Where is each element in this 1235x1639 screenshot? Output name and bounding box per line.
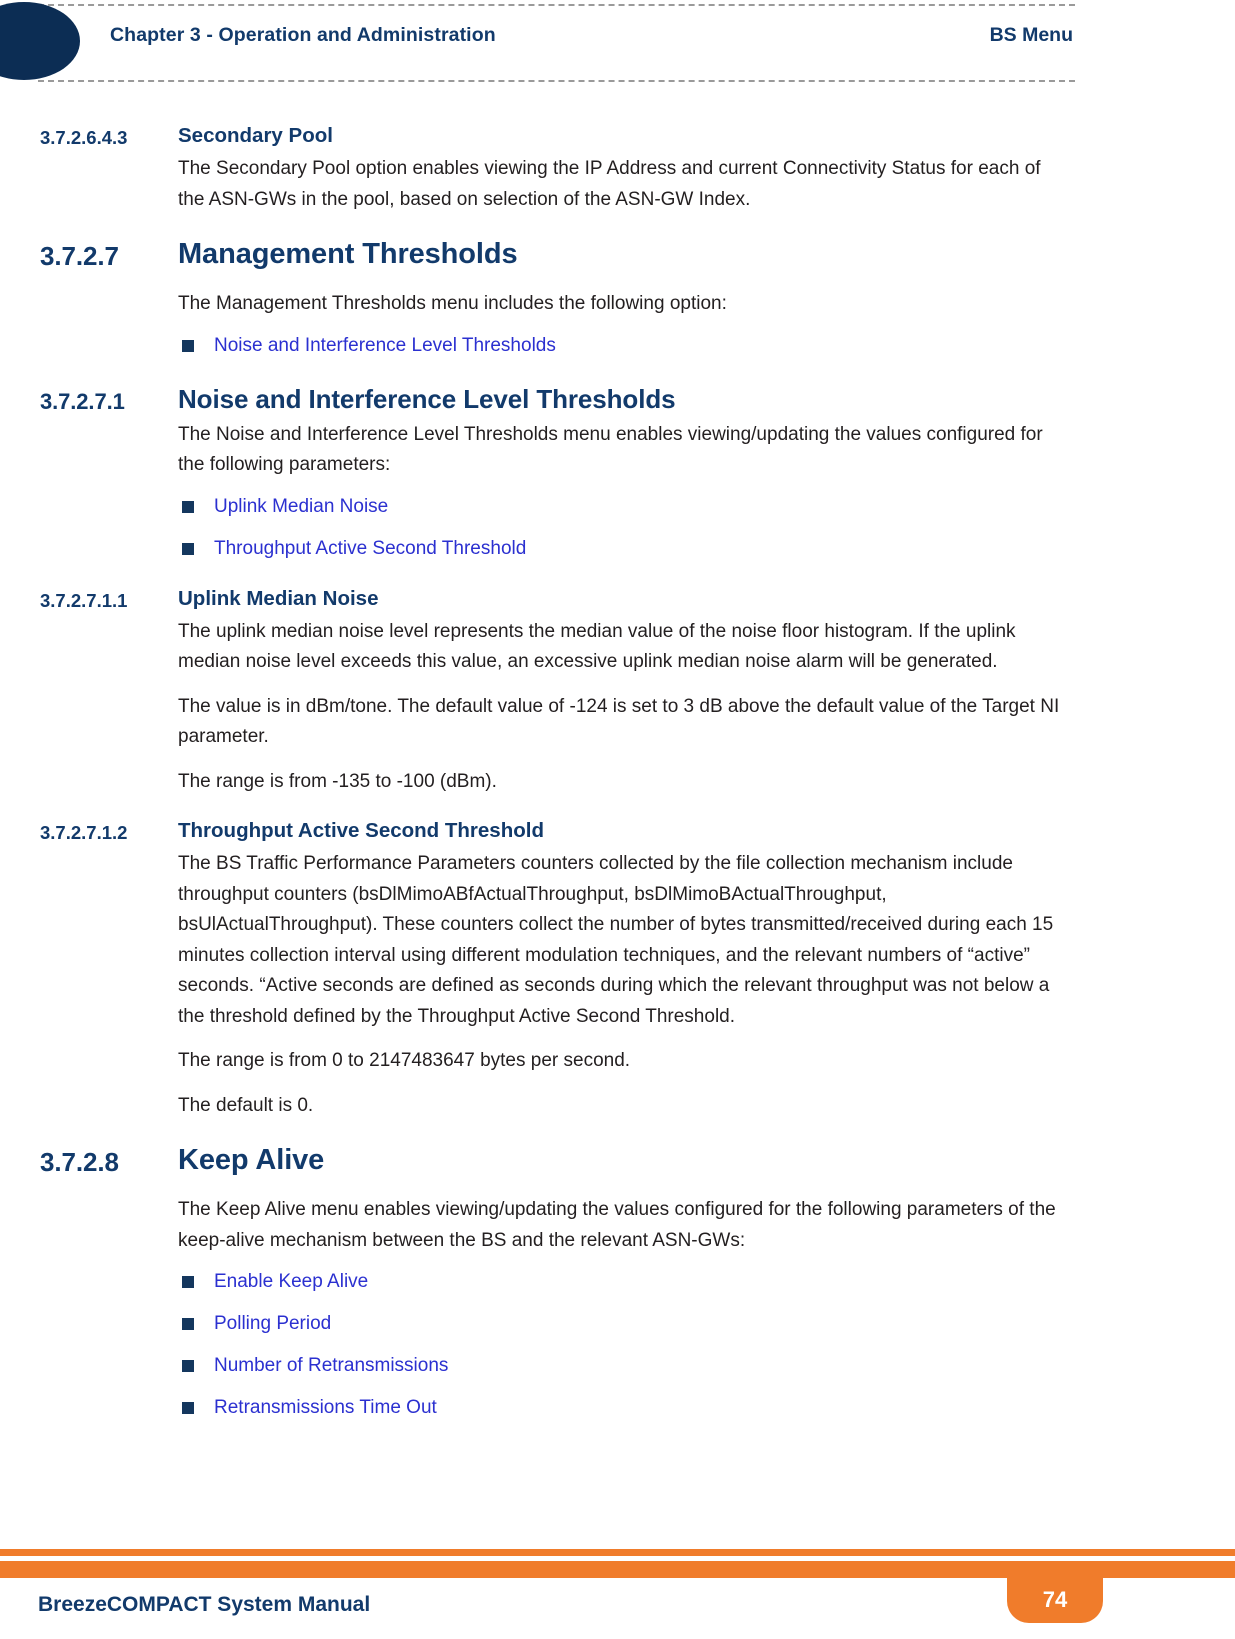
square-bullet-icon bbox=[182, 542, 194, 555]
square-bullet-icon bbox=[182, 1318, 194, 1330]
section-number-noise-interference: 3.7.2.7.1 bbox=[40, 388, 125, 414]
list-item-label: Retransmissions Time Out bbox=[214, 1397, 437, 1418]
paragraph-uplink-median-noise-1: The uplink median noise level represents… bbox=[178, 620, 1016, 673]
paragraph-uplink-median-noise-3: The range is from -135 to -100 (dBm). bbox=[178, 770, 497, 792]
paragraph-secondary-pool: The Secondary Pool option enables viewin… bbox=[178, 158, 1041, 210]
list-item[interactable]: Polling Period bbox=[178, 1310, 1060, 1338]
section-number-keep-alive: 3.7.2.8 bbox=[40, 1147, 119, 1177]
heading-text-uplink-median-noise: Uplink Median Noise bbox=[178, 586, 379, 610]
section-number-uplink-median-noise: 3.7.2.7.1.1 bbox=[40, 589, 128, 611]
paragraph-throughput-active-second-1: The BS Traffic Performance Parameters co… bbox=[178, 853, 1054, 1027]
list-item[interactable]: Throughput Active Second Threshold bbox=[178, 535, 1060, 563]
list-item-label: Polling Period bbox=[214, 1313, 332, 1334]
page-number: 74 bbox=[1042, 1587, 1068, 1612]
heading-text-throughput-active-second: Throughput Active Second Threshold bbox=[178, 819, 544, 842]
list-item[interactable]: Number of Retransmissions bbox=[178, 1352, 1060, 1380]
page-number-tab: 74 bbox=[1007, 1561, 1103, 1623]
list-item-label: Throughput Active Second Threshold bbox=[214, 537, 527, 559]
list-item-label: Uplink Median Noise bbox=[214, 495, 389, 517]
paragraph-throughput-active-second-3: The default is 0. bbox=[178, 1094, 314, 1116]
section-number-throughput-active-second: 3.7.2.7.1.2 bbox=[40, 822, 128, 843]
bullet-list-noise-interference: Uplink Median Noise Throughput Active Se… bbox=[178, 493, 1060, 563]
paragraph-throughput-active-second-2: The range is from 0 to 2147483647 bytes … bbox=[178, 1050, 631, 1071]
heading-noise-interference-thresholds: 3.7.2.7.1 Noise and Interference Level T… bbox=[40, 382, 1060, 416]
list-item-label: Enable Keep Alive bbox=[214, 1271, 369, 1292]
square-bullet-icon bbox=[182, 500, 194, 513]
heading-secondary-pool: 3.7.2.6.4.3 Secondary Pool bbox=[40, 122, 1060, 150]
section-keep-alive: 3.7.2.8 Keep Alive The Keep Alive menu e… bbox=[0, 1141, 1235, 1422]
header-circle-decoration bbox=[0, 2, 80, 80]
paragraph-management-thresholds: The Management Thresholds menu includes … bbox=[178, 293, 727, 314]
bullet-list-keep-alive: Enable Keep Alive Polling Period Number … bbox=[178, 1268, 1060, 1422]
footer-manual-title: BreezeCOMPACT System Manual bbox=[38, 1593, 371, 1616]
heading-management-thresholds: 3.7.2.7 Management Thresholds bbox=[40, 235, 1060, 273]
square-bullet-icon bbox=[182, 339, 194, 352]
page-header: Chapter 3 - Operation and Administration… bbox=[0, 0, 1235, 92]
list-item[interactable]: Uplink Median Noise bbox=[178, 493, 1060, 521]
list-item[interactable]: Noise and Interference Level Thresholds bbox=[178, 332, 1060, 360]
heading-text-management-thresholds: Management Thresholds bbox=[178, 238, 518, 270]
section-secondary-pool: 3.7.2.6.4.3 Secondary Pool The Secondary… bbox=[0, 122, 1235, 215]
list-item-label: Number of Retransmissions bbox=[214, 1355, 449, 1376]
section-number-secondary-pool: 3.7.2.6.4.3 bbox=[40, 127, 128, 148]
heading-text-noise-interference: Noise and Interference Level Thresholds bbox=[178, 383, 676, 414]
footer-rule-thin bbox=[0, 1549, 1235, 1556]
header-bottom-dashed-rule bbox=[38, 80, 1075, 82]
square-bullet-icon bbox=[182, 1402, 194, 1414]
paragraph-noise-interference: The Noise and Interference Level Thresho… bbox=[178, 423, 1043, 476]
section-management-thresholds: 3.7.2.7 Management Thresholds The Manage… bbox=[0, 235, 1235, 360]
section-number-management-thresholds: 3.7.2.7 bbox=[40, 241, 119, 271]
bullet-list-management-thresholds: Noise and Interference Level Thresholds bbox=[178, 332, 1060, 360]
page-content: 3.7.2.6.4.3 Secondary Pool The Secondary… bbox=[0, 92, 1235, 1422]
section-noise-interference-thresholds: 3.7.2.7.1 Noise and Interference Level T… bbox=[0, 382, 1235, 563]
heading-keep-alive: 3.7.2.8 Keep Alive bbox=[40, 1141, 1060, 1179]
header-chapter-title: Chapter 3 - Operation and Administration bbox=[110, 24, 496, 46]
square-bullet-icon bbox=[182, 1360, 194, 1372]
section-uplink-median-noise: 3.7.2.7.1.1 Uplink Median Noise The upli… bbox=[0, 585, 1235, 798]
heading-throughput-active-second: 3.7.2.7.1.2 Throughput Active Second Thr… bbox=[40, 817, 1060, 845]
list-item[interactable]: Enable Keep Alive bbox=[178, 1268, 1060, 1296]
header-top-dashed-rule bbox=[38, 4, 1075, 6]
document-page: { "header": { "chapter": "Chapter 3 - Op… bbox=[0, 0, 1235, 1639]
section-throughput-active-second: 3.7.2.7.1.2 Throughput Active Second Thr… bbox=[0, 817, 1235, 1121]
paragraph-keep-alive: The Keep Alive menu enables viewing/upda… bbox=[178, 1199, 1056, 1251]
paragraph-uplink-median-noise-2: The value is in dBm/tone. The default va… bbox=[178, 695, 1060, 748]
heading-text-keep-alive: Keep Alive bbox=[178, 1144, 325, 1176]
heading-text-secondary-pool: Secondary Pool bbox=[178, 124, 333, 147]
list-item[interactable]: Retransmissions Time Out bbox=[178, 1394, 1060, 1422]
page-footer: 74 BreezeCOMPACT System Manual bbox=[0, 1549, 1235, 1639]
square-bullet-icon bbox=[182, 1276, 194, 1288]
list-item-label: Noise and Interference Level Thresholds bbox=[214, 334, 556, 356]
header-section-title: BS Menu bbox=[989, 24, 1073, 46]
heading-uplink-median-noise: 3.7.2.7.1.1 Uplink Median Noise bbox=[40, 585, 1060, 613]
